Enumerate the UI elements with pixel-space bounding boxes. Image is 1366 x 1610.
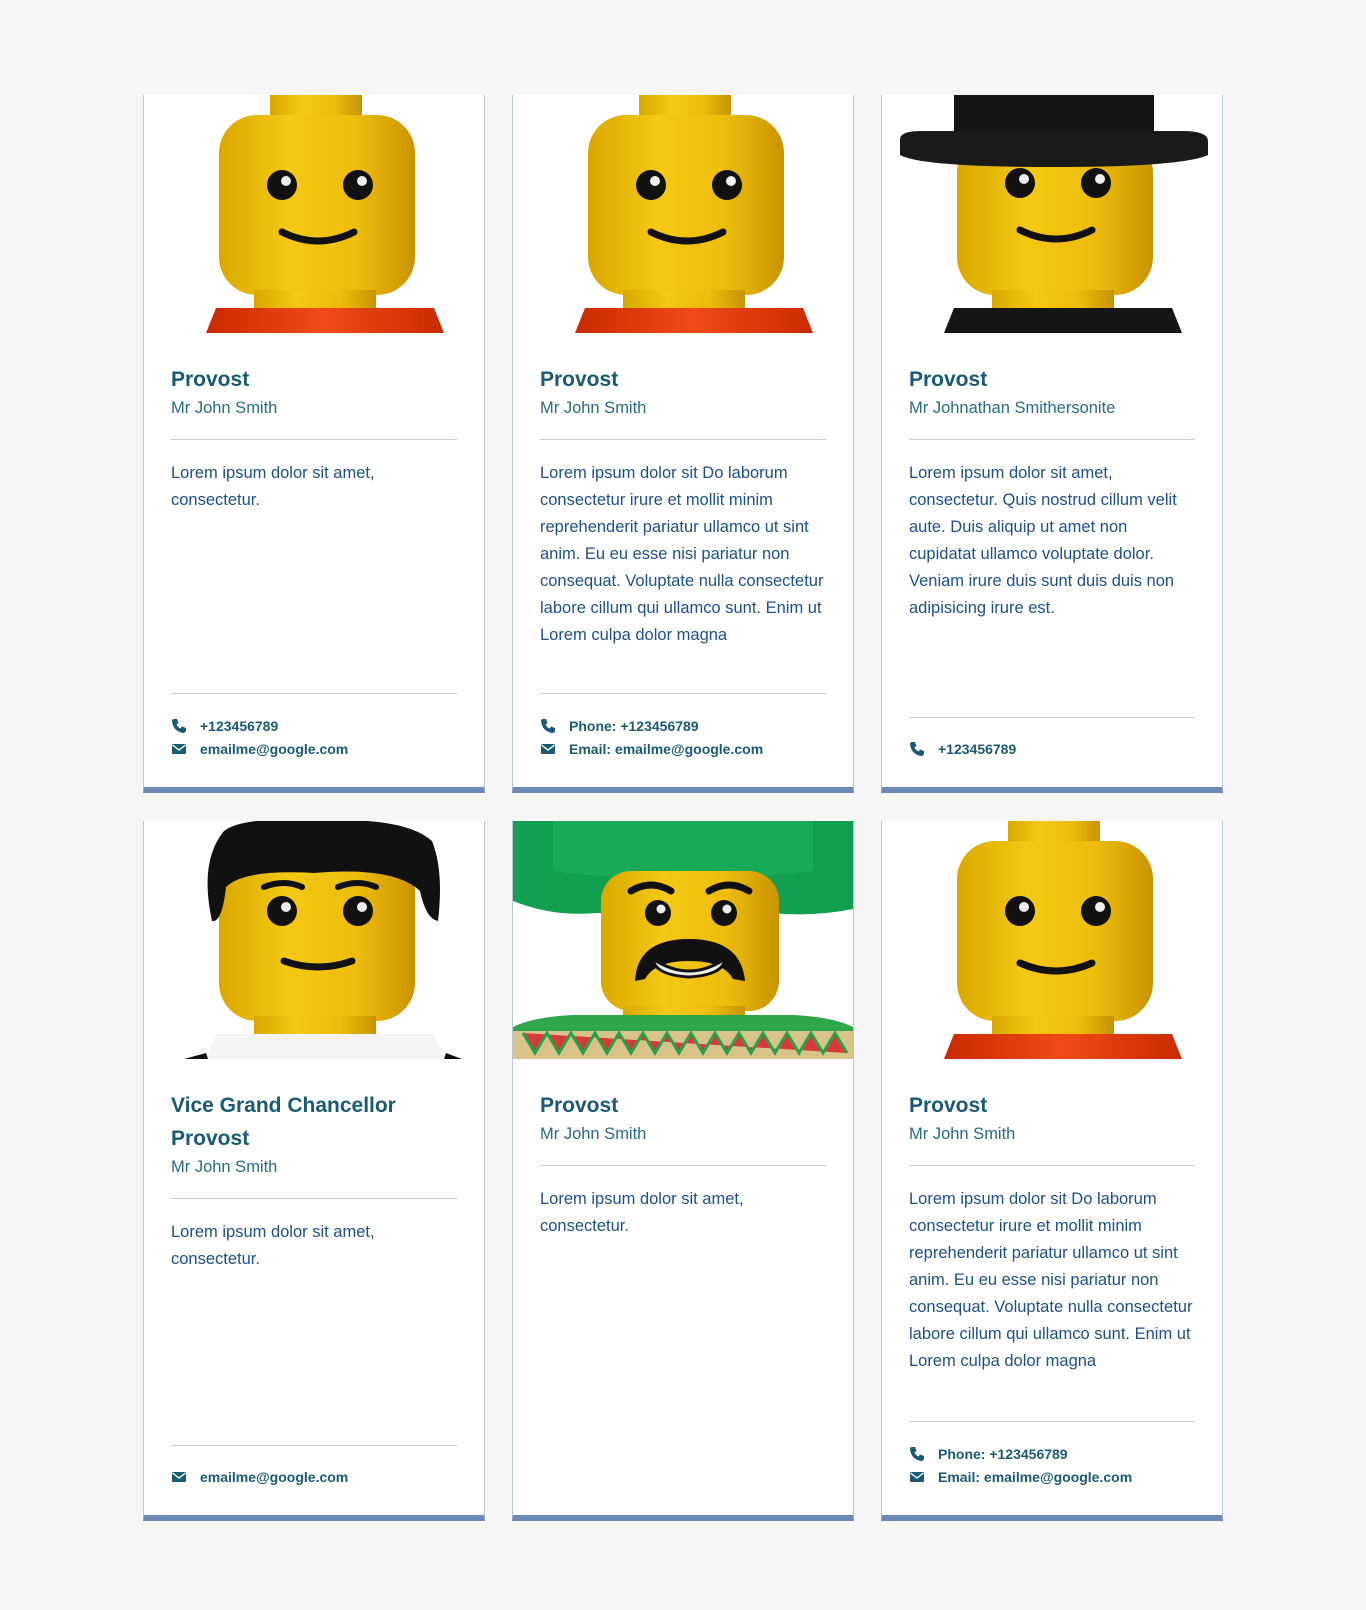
phone-contact[interactable]: +123456789 <box>909 738 1195 762</box>
phone-icon <box>171 718 187 734</box>
divider <box>171 439 457 440</box>
staff-card: Provost Mr John Smith Lorem ipsum dolor … <box>881 821 1223 1521</box>
email-contact[interactable]: Email: emailme@google.com <box>909 1466 1195 1490</box>
phone-number[interactable]: Phone: +123456789 <box>569 718 699 734</box>
staff-role: Provost <box>171 368 250 391</box>
email-contact[interactable]: Email: emailme@google.com <box>540 738 826 762</box>
divider <box>909 1165 1195 1166</box>
staff-role: Provost <box>909 1094 988 1117</box>
staff-role: Provost <box>540 1094 619 1117</box>
staff-role: Vice Grand Chancellor Provost <box>171 1094 396 1150</box>
email-address[interactable]: Email: emailme@google.com <box>569 741 763 757</box>
contact-list: Phone: +123456789 Email: emailme@google.… <box>909 1421 1195 1515</box>
portrait-lego-head-plain <box>882 821 1222 1059</box>
envelope-icon <box>171 741 187 757</box>
phone-contact[interactable]: Phone: +123456789 <box>909 1442 1195 1466</box>
portrait-lego-head-black-hair <box>144 821 484 1059</box>
contact-list: +123456789 <box>909 716 1195 788</box>
envelope-icon <box>540 741 556 757</box>
contact-list: Phone: +123456789 Email: emailme@google.… <box>540 693 826 787</box>
staff-card: Provost Mr John Smith Lorem ipsum dolor … <box>512 821 854 1521</box>
staff-card: Provost Mr John Smith Lorem ipsum dolor … <box>143 95 485 793</box>
staff-description: Lorem ipsum dolor sit amet, consectetur.… <box>909 464 1177 617</box>
phone-number[interactable]: +123456789 <box>200 718 278 734</box>
portrait-lego-head-plain <box>513 95 853 333</box>
staff-description: Lorem ipsum dolor sit amet, consectetur. <box>171 1223 375 1268</box>
email-address[interactable]: emailme@google.com <box>200 741 348 757</box>
portrait-lego-head-sombrero <box>513 821 853 1059</box>
email-contact[interactable]: emailme@google.com <box>171 1466 457 1490</box>
divider <box>540 439 826 440</box>
email-address[interactable]: Email: emailme@google.com <box>938 1469 1132 1485</box>
portrait-lego-head-top-hat <box>882 95 1222 333</box>
staff-name: Mr John Smith <box>540 1125 647 1143</box>
staff-card: Provost Mr Johnathan Smithersonite Lorem… <box>881 95 1223 793</box>
staff-name: Mr John Smith <box>171 1158 278 1176</box>
divider <box>171 1198 457 1199</box>
staff-description: Lorem ipsum dolor sit amet, consectetur. <box>171 464 375 509</box>
staff-name: Mr John Smith <box>909 1125 1016 1143</box>
phone-icon <box>540 718 556 734</box>
portrait-lego-head-plain <box>144 95 484 333</box>
envelope-icon <box>171 1469 187 1485</box>
phone-contact[interactable]: +123456789 <box>171 714 457 738</box>
staff-description: Lorem ipsum dolor sit amet, consectetur. <box>540 1190 744 1235</box>
staff-name: Mr John Smith <box>540 399 647 417</box>
phone-number[interactable]: +123456789 <box>938 741 1016 757</box>
staff-card: Vice Grand Chancellor Provost Mr John Sm… <box>143 821 485 1521</box>
staff-role: Provost <box>540 368 619 391</box>
staff-card-grid: Provost Mr John Smith Lorem ipsum dolor … <box>143 95 1223 1521</box>
staff-name: Mr John Smith <box>171 399 278 417</box>
contact-list: +123456789 emailme@google.com <box>171 693 457 787</box>
staff-description: Lorem ipsum dolor sit Do laborum consect… <box>909 1190 1193 1370</box>
email-contact[interactable]: emailme@google.com <box>171 738 457 762</box>
staff-card: Provost Mr John Smith Lorem ipsum dolor … <box>512 95 854 793</box>
phone-contact[interactable]: Phone: +123456789 <box>540 714 826 738</box>
divider <box>540 1165 826 1166</box>
envelope-icon <box>909 1469 925 1485</box>
phone-icon <box>909 741 925 757</box>
phone-number[interactable]: Phone: +123456789 <box>938 1446 1068 1462</box>
divider <box>909 439 1195 440</box>
staff-role: Provost <box>909 368 988 391</box>
email-address[interactable]: emailme@google.com <box>200 1469 348 1485</box>
staff-name: Mr Johnathan Smithersonite <box>909 399 1116 417</box>
contact-list: emailme@google.com <box>171 1444 457 1516</box>
staff-description: Lorem ipsum dolor sit Do laborum consect… <box>540 464 824 644</box>
phone-icon <box>909 1446 925 1462</box>
